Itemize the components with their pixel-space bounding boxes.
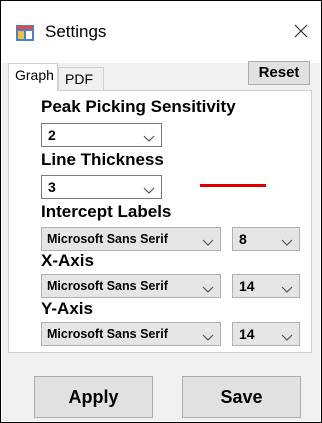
line-thickness-label: Line Thickness (41, 150, 164, 169)
line-thickness-dropdown[interactable]: 3 (41, 175, 162, 199)
y-axis-size-dropdown[interactable]: 14 (232, 322, 300, 346)
tab-graph-label: Graph (15, 67, 54, 83)
peak-picking-label: Peak Picking Sensitivity (41, 97, 236, 116)
x-axis-font-dropdown[interactable]: Microsoft Sans Serif (41, 274, 221, 298)
chevron-down-icon (202, 282, 214, 293)
chevron-down-icon (281, 235, 293, 246)
peak-picking-dropdown[interactable]: 2 (41, 123, 162, 147)
x-axis-label: X-Axis (41, 251, 94, 270)
x-axis-size-dropdown[interactable]: 14 (232, 274, 300, 298)
x-axis-size-value: 14 (239, 278, 255, 294)
y-axis-font-value: Microsoft Sans Serif (47, 327, 168, 341)
y-axis-font-dropdown[interactable]: Microsoft Sans Serif (41, 322, 221, 346)
chevron-down-icon (202, 235, 214, 246)
chevron-down-icon (143, 131, 155, 142)
chevron-down-icon (281, 330, 293, 341)
intercept-size-dropdown[interactable]: 8 (232, 227, 300, 251)
tab-pdf-label: PDF (65, 71, 93, 87)
tab-pdf[interactable]: PDF (58, 67, 104, 91)
line-color-sample (200, 184, 266, 187)
apply-button[interactable]: Apply (34, 376, 153, 418)
save-button[interactable]: Save (182, 376, 301, 418)
graph-tab-page: Peak Picking Sensitivity 2 Line Thicknes… (8, 90, 312, 353)
chevron-down-icon (143, 183, 155, 194)
settings-window: Settings Graph PDF Reset Peak Picking Se… (0, 0, 322, 423)
reset-button[interactable]: Reset (248, 61, 310, 85)
title-bar: Settings (1, 1, 321, 63)
window-title: Settings (45, 22, 107, 41)
y-axis-label: Y-Axis (41, 299, 93, 318)
y-axis-size-value: 14 (239, 326, 255, 342)
intercept-font-dropdown[interactable]: Microsoft Sans Serif (41, 227, 221, 251)
intercept-font-value: Microsoft Sans Serif (47, 232, 168, 246)
chevron-down-icon (281, 282, 293, 293)
intercept-labels-label: Intercept Labels (41, 202, 172, 221)
peak-picking-value: 2 (48, 127, 56, 143)
dialog-client-area: Graph PDF Reset Peak Picking Sensitivity… (2, 61, 320, 421)
chevron-down-icon (202, 330, 214, 341)
intercept-size-value: 8 (239, 231, 247, 247)
tab-graph[interactable]: Graph (8, 63, 58, 91)
close-icon[interactable] (289, 19, 313, 43)
x-axis-font-value: Microsoft Sans Serif (47, 279, 168, 293)
settings-app-icon (16, 25, 34, 41)
line-thickness-value: 3 (48, 179, 56, 195)
